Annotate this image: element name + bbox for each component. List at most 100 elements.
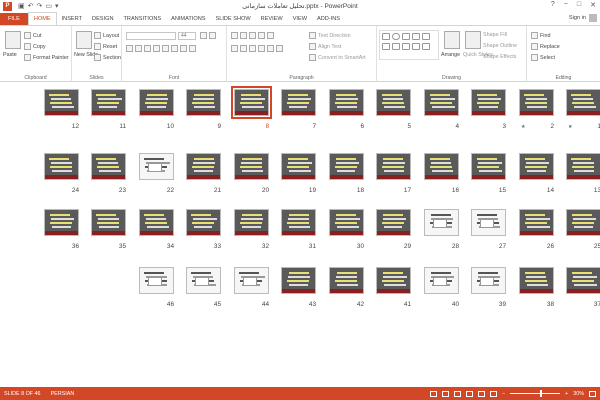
slide-thumbnail[interactable] bbox=[519, 209, 554, 236]
slide-thumbnail[interactable] bbox=[281, 267, 316, 294]
change-case-icon[interactable] bbox=[180, 45, 187, 52]
select-button[interactable]: Select bbox=[531, 54, 555, 61]
new-slide-icon[interactable] bbox=[76, 31, 92, 49]
shape-arrow-icon[interactable] bbox=[412, 33, 420, 40]
italic-icon[interactable] bbox=[135, 45, 142, 52]
zoom-slider[interactable] bbox=[510, 390, 561, 397]
shape-bracket-icon[interactable] bbox=[402, 43, 410, 50]
tab-animations[interactable]: ANIMATIONS bbox=[166, 13, 210, 25]
slide-thumbnail[interactable] bbox=[329, 89, 364, 116]
animation-star-icon[interactable]: ★ bbox=[568, 124, 572, 130]
slide-thumbnail[interactable] bbox=[139, 153, 174, 180]
slide-thumbnail[interactable] bbox=[471, 267, 506, 294]
format-painter-button[interactable]: Format Painter bbox=[24, 54, 69, 61]
slide-thumbnail[interactable] bbox=[424, 153, 459, 180]
tab-view[interactable]: VIEW bbox=[288, 13, 312, 25]
font-color-icon[interactable] bbox=[189, 45, 196, 52]
spacing-icon[interactable] bbox=[171, 45, 178, 52]
decrease-indent-icon[interactable] bbox=[249, 32, 256, 39]
shape-line-icon[interactable] bbox=[402, 33, 410, 40]
slide-thumbnail[interactable] bbox=[44, 153, 79, 180]
slide-thumbnail[interactable] bbox=[519, 89, 554, 116]
shadow-icon[interactable] bbox=[162, 45, 169, 52]
slide-thumbnail[interactable] bbox=[471, 209, 506, 236]
font-name-combo[interactable] bbox=[126, 32, 176, 40]
rtl-icon[interactable] bbox=[276, 45, 283, 52]
slide-thumbnail[interactable] bbox=[281, 89, 316, 116]
tab-file[interactable]: FILE bbox=[0, 13, 28, 25]
line-spacing-icon[interactable] bbox=[267, 32, 274, 39]
zoom-slider-knob[interactable] bbox=[539, 390, 542, 397]
shape-star-icon[interactable] bbox=[412, 43, 420, 50]
slide-thumbnail[interactable] bbox=[424, 89, 459, 116]
slide-sorter-view-icon[interactable] bbox=[465, 390, 473, 397]
align-left-icon[interactable] bbox=[231, 45, 238, 52]
slideshow-view-icon[interactable] bbox=[489, 390, 497, 397]
tab-transitions[interactable]: TRANSITIONS bbox=[118, 13, 166, 25]
avatar[interactable] bbox=[589, 14, 597, 22]
slide-thumbnail[interactable] bbox=[519, 267, 554, 294]
slide-thumbnail[interactable] bbox=[566, 153, 600, 180]
slide-thumbnail[interactable] bbox=[234, 153, 269, 180]
slide-thumbnail[interactable] bbox=[91, 209, 126, 236]
tab-insert[interactable]: INSERT bbox=[57, 13, 87, 25]
tab-add-ins[interactable]: ADD-INS bbox=[312, 13, 345, 25]
shapes-gallery[interactable] bbox=[379, 30, 439, 60]
slide-thumbnail[interactable] bbox=[139, 209, 174, 236]
increase-indent-icon[interactable] bbox=[258, 32, 265, 39]
bullets-icon[interactable] bbox=[231, 32, 238, 39]
arrange-icon[interactable] bbox=[444, 31, 460, 49]
arrange-button[interactable]: Arrange bbox=[441, 52, 460, 58]
numbering-icon[interactable] bbox=[240, 32, 247, 39]
slide-thumbnail[interactable] bbox=[376, 209, 411, 236]
slide-thumbnail[interactable] bbox=[186, 153, 221, 180]
shrink-font-icon[interactable] bbox=[209, 32, 216, 39]
tab-home[interactable]: HOME bbox=[27, 12, 57, 25]
slide-thumbnail[interactable] bbox=[234, 267, 269, 294]
bold-icon[interactable] bbox=[126, 45, 133, 52]
shape-textbox-icon[interactable] bbox=[382, 43, 390, 50]
slide-thumbnail[interactable] bbox=[376, 153, 411, 180]
slide-thumbnail[interactable] bbox=[281, 153, 316, 180]
justify-icon[interactable] bbox=[258, 45, 265, 52]
shape-oval-icon[interactable] bbox=[392, 33, 400, 40]
zoom-in-button[interactable]: + bbox=[565, 391, 568, 397]
slide-thumbnail[interactable] bbox=[186, 267, 221, 294]
minimize-icon[interactable]: − bbox=[564, 1, 568, 9]
font-grow-shrink[interactable] bbox=[200, 32, 216, 39]
shape-curve-icon[interactable] bbox=[392, 43, 400, 50]
layout-button[interactable]: Layout bbox=[94, 32, 119, 39]
slide-thumbnail[interactable] bbox=[329, 153, 364, 180]
fit-to-window-icon[interactable] bbox=[589, 390, 596, 397]
slide-thumbnail[interactable] bbox=[329, 267, 364, 294]
animation-star-icon[interactable]: ★ bbox=[521, 124, 525, 130]
grow-font-icon[interactable] bbox=[200, 32, 207, 39]
font-size-combo[interactable]: 44 bbox=[178, 32, 196, 40]
zoom-out-button[interactable]: − bbox=[502, 391, 505, 397]
close-icon[interactable]: ✕ bbox=[590, 1, 596, 9]
help-icon[interactable]: ? bbox=[551, 1, 555, 9]
comments-icon[interactable] bbox=[441, 390, 449, 397]
shape-rectangle-icon[interactable] bbox=[382, 33, 390, 40]
normal-view-icon[interactable] bbox=[453, 390, 461, 397]
strikethrough-icon[interactable] bbox=[153, 45, 160, 52]
paste-icon[interactable] bbox=[5, 31, 21, 49]
notes-icon[interactable] bbox=[429, 390, 437, 397]
reading-view-icon[interactable] bbox=[477, 390, 485, 397]
tab-review[interactable]: REVIEW bbox=[256, 13, 288, 25]
maximize-icon[interactable]: □ bbox=[577, 1, 581, 9]
shape-outline-button[interactable]: Shape Outline bbox=[483, 43, 517, 49]
language-indicator[interactable]: PERSIAN bbox=[51, 391, 75, 397]
slide-thumbnail[interactable] bbox=[91, 153, 126, 180]
slide-thumbnail[interactable] bbox=[186, 89, 221, 116]
slide-thumbnail[interactable] bbox=[44, 209, 79, 236]
tab-slide-show[interactable]: SLIDE SHOW bbox=[211, 13, 256, 25]
align-center-icon[interactable] bbox=[240, 45, 247, 52]
replace-button[interactable]: Replace bbox=[531, 43, 560, 50]
slide-thumbnail[interactable] bbox=[376, 89, 411, 116]
align-text-button[interactable]: Align Text bbox=[309, 43, 341, 50]
columns-icon[interactable] bbox=[267, 45, 274, 52]
slide-thumbnail[interactable] bbox=[424, 209, 459, 236]
slide-thumbnail[interactable] bbox=[281, 209, 316, 236]
slide-thumbnail[interactable] bbox=[566, 89, 600, 116]
